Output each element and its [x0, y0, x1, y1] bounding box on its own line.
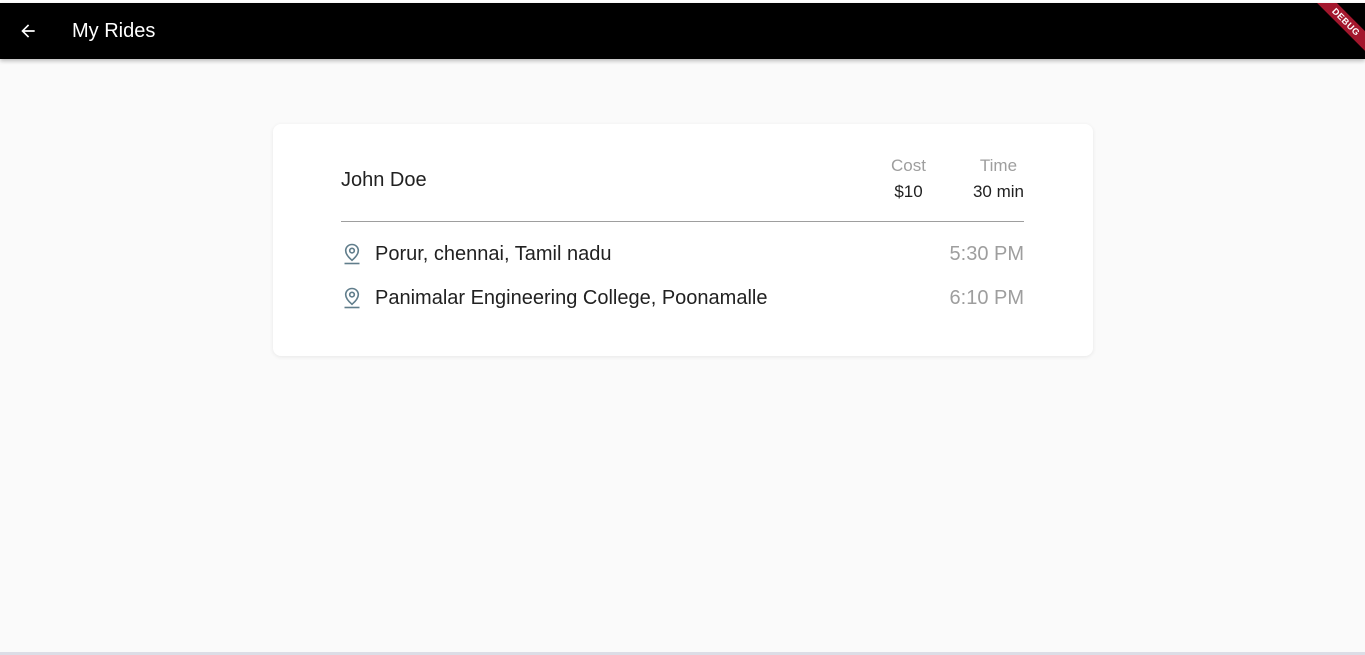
- location-pin-icon: [341, 286, 363, 310]
- cost-value: $10: [894, 182, 923, 201]
- pickup-time: 5:30 PM: [949, 242, 1024, 265]
- arrow-back-icon: [21, 24, 35, 38]
- app-screen: My Rides DEBUG John Doe Cost $10 Time 30…: [0, 0, 1365, 655]
- ride-card[interactable]: John Doe Cost $10 Time 30 min Porur, che…: [273, 124, 1093, 356]
- time-label: Time: [979, 156, 1018, 175]
- pickup-stop: Porur, chennai, Tamil nadu 5:30 PM: [341, 232, 1024, 276]
- cost-label: Cost: [891, 156, 926, 175]
- pickup-place: Porur, chennai, Tamil nadu: [375, 242, 612, 265]
- dropoff-stop: Panimalar Engineering College, Poonamall…: [341, 276, 1024, 320]
- ride-card-header: John Doe Cost $10 Time 30 min: [341, 124, 1024, 222]
- time-value: 30 min: [972, 182, 1024, 201]
- dropoff-time: 6:10 PM: [949, 286, 1024, 309]
- back-button[interactable]: [0, 3, 56, 59]
- cost-stat: Cost $10: [891, 156, 926, 202]
- dropoff-place: Panimalar Engineering College, Poonamall…: [375, 286, 768, 309]
- app-bar: My Rides: [0, 3, 1365, 59]
- rider-name: John Doe: [341, 169, 427, 191]
- location-pin-icon: [341, 242, 363, 266]
- page-title: My Rides: [72, 19, 156, 42]
- time-stat: Time 30 min: [973, 156, 1024, 202]
